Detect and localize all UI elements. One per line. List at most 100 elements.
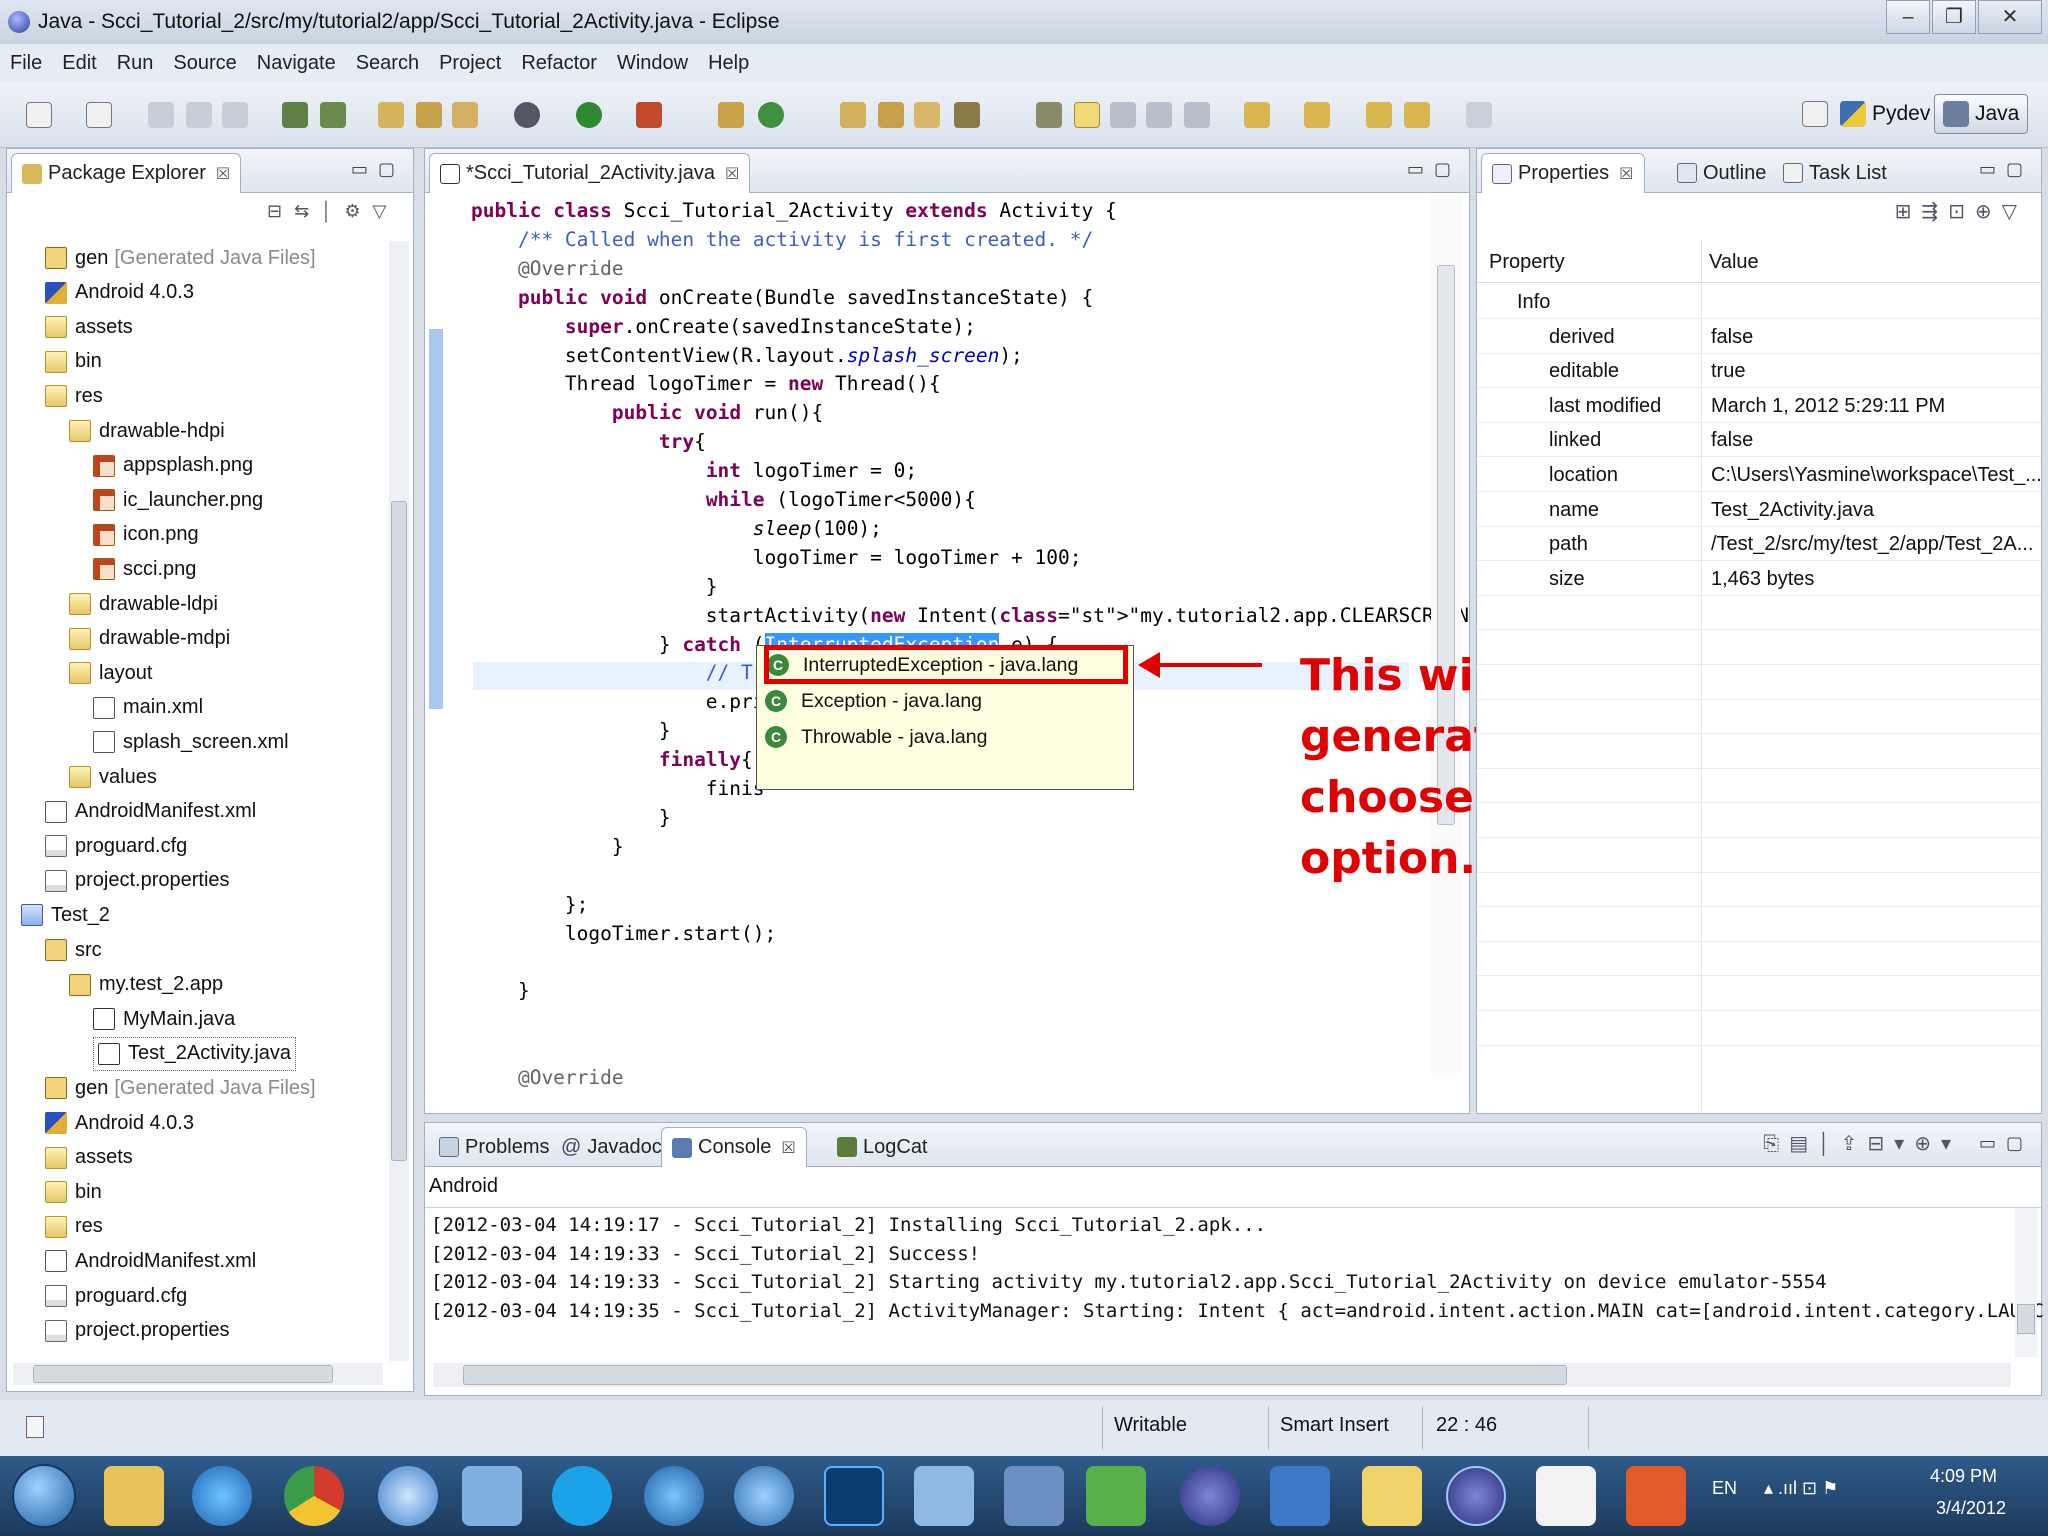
menu-run[interactable]: Run [117,52,154,75]
new-project-icon[interactable] [86,102,112,128]
open-task-icon[interactable] [878,102,904,128]
tree-item[interactable]: values [69,760,157,794]
property-row[interactable]: derived false [1477,320,2041,354]
tree-item[interactable]: drawable-mdpi [69,622,230,656]
chrome-icon[interactable] [284,1466,344,1526]
presentation-app-icon[interactable] [1626,1466,1686,1526]
tree-item[interactable]: AndroidManifest.xml [45,1244,256,1278]
property-row[interactable]: last modified March 1, 2012 5:29:11 PM [1477,389,2041,423]
tree-item[interactable]: proguard.cfg [45,829,187,863]
photoshop-icon[interactable] [824,1466,884,1526]
back-icon[interactable] [1404,102,1430,128]
property-row[interactable]: editable true [1477,354,2041,389]
external-tools-icon[interactable] [636,102,662,128]
run-icon[interactable] [576,102,602,128]
folder-app-icon[interactable] [1362,1466,1422,1526]
save-icon[interactable] [148,102,174,128]
tab-editor-file[interactable]: *Scci_Tutorial_2Activity.java ☒ [429,153,751,193]
tree-item[interactable]: Test_2 [21,898,110,932]
tree-item[interactable]: proguard.cfg [45,1279,187,1313]
tree-item[interactable]: gen [Generated Java Files] [45,1071,316,1105]
property-row[interactable]: path/Test_2/src/my/test_2/app/Test_2A... [1477,527,2041,562]
property-row[interactable]: size 1,463 bytes [1477,562,2041,596]
console-scroll-thumb[interactable] [2017,1304,2035,1334]
paragraph-icon[interactable] [1184,102,1210,128]
new-java-package-icon[interactable] [718,102,744,128]
console-toolbar-icons[interactable]: ⎘▤│⇪⊟▾⊕▾ [1763,1131,1961,1156]
next-annotation-icon[interactable] [1244,102,1270,128]
tree-item[interactable]: bin [45,1175,102,1209]
close-icon[interactable]: ☒ [725,164,739,184]
eclipse-taskbar-icon[interactable] [1180,1466,1240,1526]
value-column-header[interactable]: Value [1709,251,1759,274]
network-app-icon[interactable] [1270,1466,1330,1526]
fast-view-icon[interactable] [26,1416,44,1438]
minimize-maximize-controls[interactable]: ▭▢ [1979,1133,2033,1154]
save-all-icon[interactable] [186,102,212,128]
tab-outline[interactable]: Outline [1667,153,1776,193]
close-button[interactable]: ✕ [1978,0,2042,34]
console-horizontal-scrollbar[interactable] [433,1363,2011,1387]
minimize-button[interactable]: – [1886,0,1930,34]
tree-item[interactable]: my.test_2.app [69,968,223,1002]
perspective-java[interactable]: Java [1934,94,2029,134]
tree-scroll-thumb[interactable] [391,501,407,1161]
console-h-scroll-thumb[interactable] [463,1365,1567,1385]
tree-item[interactable]: icon.png [93,518,199,552]
tree-h-scroll-thumb[interactable] [33,1365,333,1383]
console-vertical-scrollbar[interactable] [2015,1208,2037,1357]
contacts-icon[interactable] [462,1466,522,1526]
image-viewer-icon[interactable] [914,1466,974,1526]
tab-console[interactable]: Console ☒ [661,1127,807,1167]
tree-item[interactable]: Android 4.0.3 [45,276,194,310]
pen-icon[interactable] [954,102,980,128]
infinity-icon[interactable] [1004,1466,1064,1526]
editor-vertical-scrollbar[interactable] [1431,193,1461,1073]
minimize-maximize-controls[interactable]: ▭▢ [1979,159,2033,180]
open-perspective-button[interactable] [1802,94,1834,134]
minimize-maximize-controls[interactable]: ▭▢ [1407,159,1461,180]
tree-item[interactable]: res [45,379,103,413]
property-row[interactable]: name Test_2Activity.java [1477,493,2041,527]
collapse-link-icons[interactable]: ⊟⇆│⚙▽ [267,201,398,222]
clock-time[interactable]: 4:09 PM [1930,1466,1997,1487]
internet-explorer-icon[interactable] [192,1466,252,1526]
tree-vertical-scrollbar[interactable] [389,241,409,1361]
tab-properties[interactable]: Properties ☒ [1481,153,1645,193]
tree-item[interactable]: splash_screen.xml [93,725,289,759]
properties-toolbar-icons[interactable]: ⊞⇶⊡⊕▽ [1895,199,2027,224]
skype-icon[interactable] [552,1466,612,1526]
tab-javadoc[interactable]: @ Javadoc [551,1127,672,1167]
menu-navigate[interactable]: Navigate [257,52,336,75]
print-icon[interactable] [222,102,248,128]
property-row[interactable]: linked false [1477,423,2041,458]
perspective-pydev[interactable]: Pydev [1840,94,1930,134]
maximize-button[interactable]: ❐ [1932,0,1976,34]
tree-item[interactable]: bin [45,345,102,379]
tree-item[interactable]: scci.png [93,552,196,586]
tab-problems[interactable]: Problems [429,1127,559,1167]
tree-item[interactable]: project.properties [45,864,230,898]
close-icon[interactable]: ☒ [781,1138,795,1158]
tree-item[interactable]: appsplash.png [93,449,253,483]
tree-horizontal-scrollbar[interactable] [13,1363,383,1385]
qt-icon[interactable] [1086,1466,1146,1526]
safari-icon[interactable] [378,1466,438,1526]
tree-item[interactable]: MyMain.java [93,1002,235,1036]
tree-item[interactable]: drawable-hdpi [69,414,225,448]
new-android-xml-icon[interactable] [452,102,478,128]
language-indicator[interactable]: EN [1712,1478,1737,1499]
last-edit-location-icon[interactable] [1366,102,1392,128]
toggle-block-selection-icon[interactable] [1110,102,1136,128]
tree-item[interactable]: main.xml [93,691,203,725]
itunes-icon[interactable] [644,1466,704,1526]
new-java-class-icon[interactable] [758,102,784,128]
minimize-maximize-controls[interactable]: ▭▢ [351,159,405,180]
menu-search[interactable]: Search [356,52,419,75]
tree-item[interactable]: assets [45,1141,133,1175]
pin-icon[interactable] [1036,102,1062,128]
autocomplete-item[interactable]: C Exception - java.lang [765,684,982,718]
property-row[interactable]: location C:\Users\Yasmine\workspace\Test_… [1477,458,2042,492]
menu-help[interactable]: Help [708,52,749,75]
close-icon[interactable]: ☒ [216,164,230,184]
